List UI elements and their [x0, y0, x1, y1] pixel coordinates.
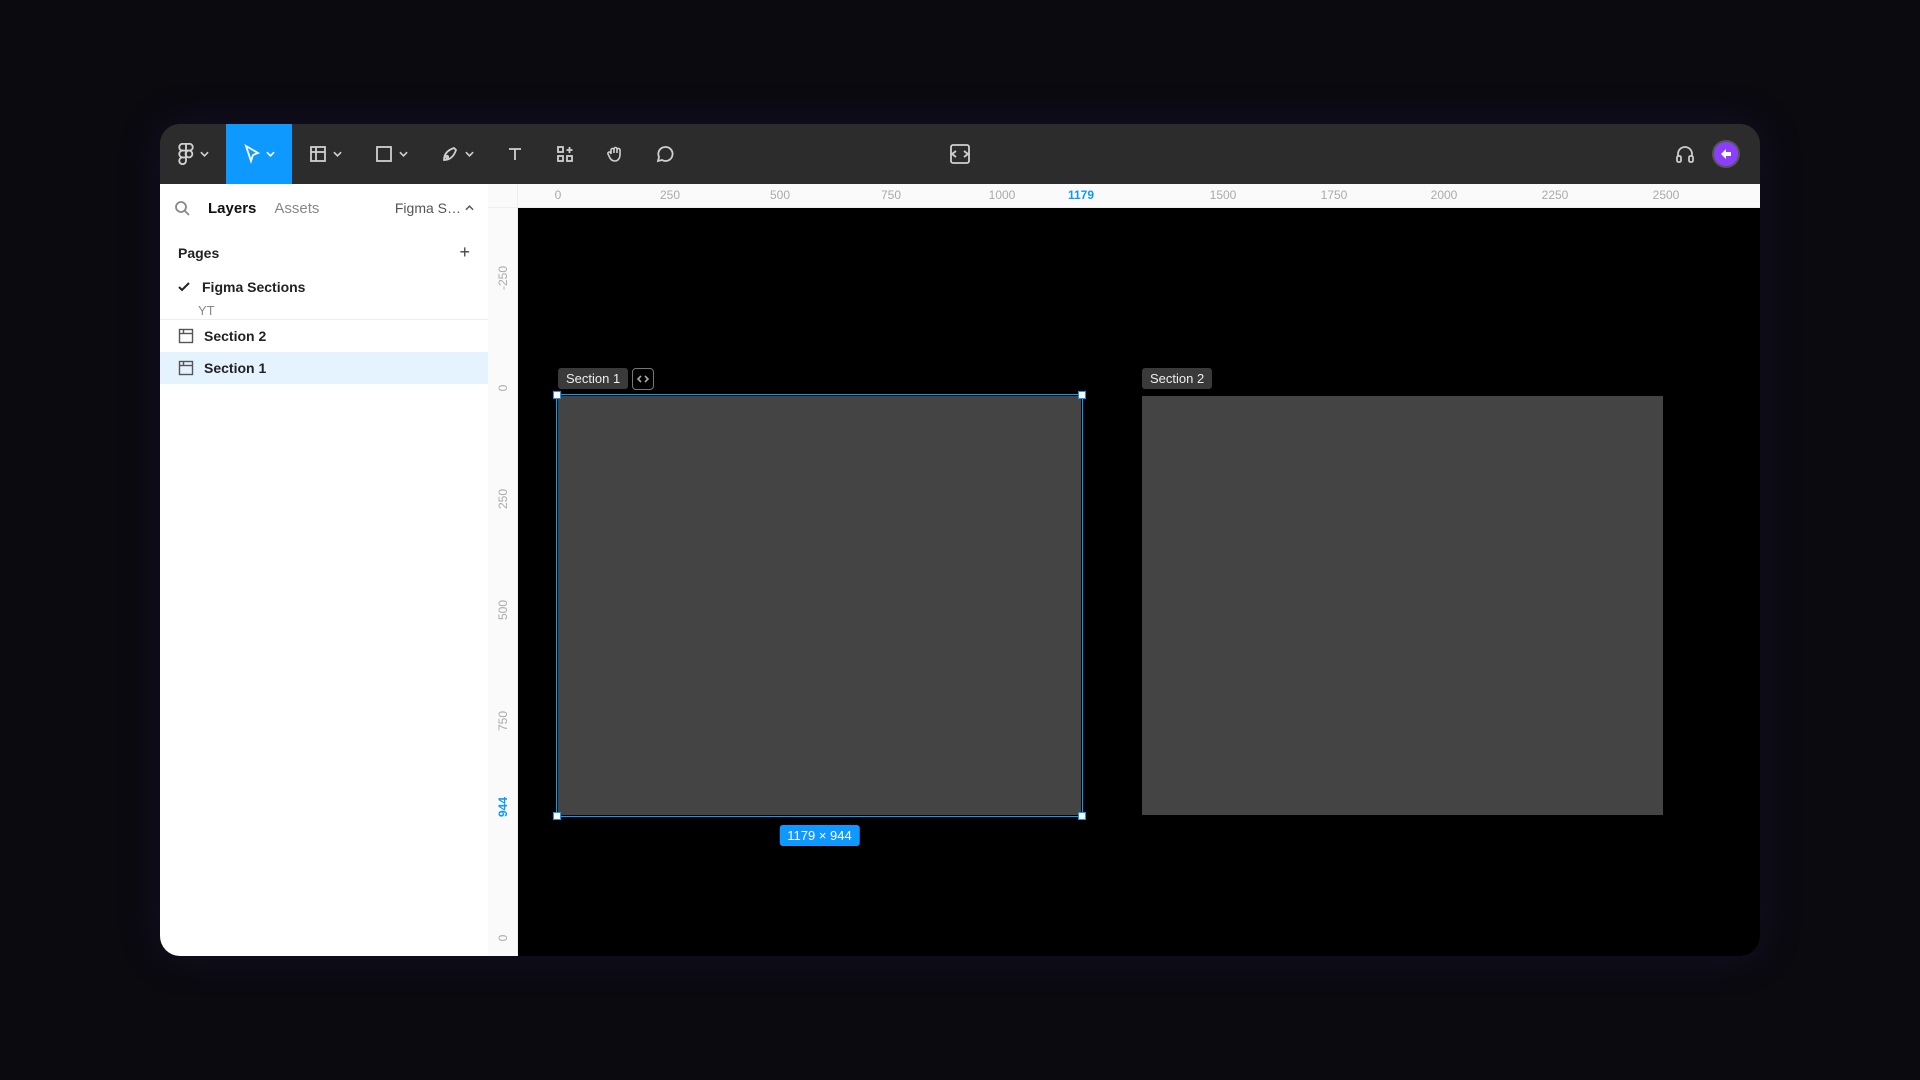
- left-panel: Layers Assets Figma S… Pages + Figma Sec…: [160, 184, 488, 956]
- pen-tool[interactable]: [424, 124, 490, 184]
- ruler-tick: 2250: [1542, 188, 1569, 202]
- tab-assets[interactable]: Assets: [274, 200, 319, 217]
- chevron-down-icon: [399, 151, 408, 157]
- section-1-label[interactable]: Section 1: [558, 368, 628, 389]
- canvas[interactable]: Section 2 Section 1 1179 × 944: [518, 208, 1760, 956]
- horizontal-ruler[interactable]: 0 250 500 750 1000 1179 1500 1750 2000 2250 2500: [518, 184, 1760, 208]
- file-name-text: Figma S…: [395, 200, 461, 216]
- app-window: Layers Assets Figma S… Pages + Figma Sec…: [160, 124, 1760, 956]
- layer-name: Section 2: [204, 328, 266, 344]
- move-tool[interactable]: [226, 124, 292, 184]
- check-icon: [178, 282, 192, 292]
- page-row-truncated[interactable]: YT: [160, 301, 488, 315]
- ruler-tick: 0: [496, 385, 510, 392]
- frame-icon: [308, 144, 328, 164]
- layer-row-section-1[interactable]: Section 1: [160, 352, 488, 384]
- pages-header: Pages +: [160, 232, 488, 273]
- pages-title: Pages: [178, 245, 219, 261]
- ruler-tick: 0: [555, 188, 562, 202]
- user-avatar[interactable]: [1712, 140, 1740, 168]
- section-2-frame[interactable]: Section 2: [1142, 396, 1663, 815]
- ruler-tick: 0: [496, 935, 510, 942]
- toolbar: [160, 124, 1760, 184]
- resources-icon: [555, 144, 575, 164]
- page-row[interactable]: Figma Sections: [160, 273, 488, 301]
- section-icon: [178, 360, 194, 376]
- resources-tool[interactable]: [540, 124, 590, 184]
- ruler-tick: 944: [496, 797, 510, 817]
- shape-tool[interactable]: [358, 124, 424, 184]
- search-icon[interactable]: [174, 200, 190, 216]
- file-name-dropdown[interactable]: Figma S…: [395, 200, 474, 216]
- headphones-icon[interactable]: [1674, 143, 1696, 165]
- dev-mode-icon: [948, 143, 972, 165]
- add-page-button[interactable]: +: [459, 242, 470, 263]
- layer-name: Section 1: [204, 360, 266, 376]
- ruler-tick: 250: [660, 188, 680, 202]
- layer-row-section-2[interactable]: Section 2: [160, 320, 488, 352]
- chevron-down-icon: [465, 151, 474, 157]
- pen-icon: [440, 144, 460, 164]
- text-icon: [505, 144, 525, 164]
- ruler-tick: -250: [496, 266, 510, 290]
- comment-tool[interactable]: [640, 124, 690, 184]
- ruler-tick: 750: [496, 711, 510, 731]
- ruler-tick: 2000: [1431, 188, 1458, 202]
- text-tool[interactable]: [490, 124, 540, 184]
- tab-layers[interactable]: Layers: [208, 200, 256, 217]
- ruler-tick: 500: [770, 188, 790, 202]
- ruler-tick: 1000: [989, 188, 1016, 202]
- page-name: Figma Sections: [202, 279, 305, 295]
- hand-tool[interactable]: [590, 124, 640, 184]
- main-menu-button[interactable]: [160, 124, 226, 184]
- section-icon: [178, 328, 194, 344]
- rectangle-icon: [374, 144, 394, 164]
- dev-mode-toggle[interactable]: [948, 143, 972, 165]
- chevron-down-icon: [266, 151, 275, 157]
- section-dev-status-icon[interactable]: [632, 368, 654, 390]
- comment-icon: [655, 144, 675, 164]
- chevron-down-icon: [333, 151, 342, 157]
- ruler-tick: 2500: [1653, 188, 1680, 202]
- ruler-tick: 500: [496, 600, 510, 620]
- ruler-tick: 250: [496, 489, 510, 509]
- section-2-label[interactable]: Section 2: [1142, 368, 1212, 389]
- hand-icon: [605, 144, 625, 164]
- section-1-frame[interactable]: Section 1: [558, 396, 1081, 815]
- figma-logo-icon: [177, 143, 195, 165]
- chevron-down-icon: [200, 151, 209, 157]
- ruler-tick: 1750: [1321, 188, 1348, 202]
- ruler-tick: 1500: [1210, 188, 1237, 202]
- vertical-ruler[interactable]: -250 0 250 500 750 944 0: [488, 208, 518, 956]
- frame-tool[interactable]: [292, 124, 358, 184]
- selection-dimensions: 1179 × 944: [779, 825, 859, 846]
- ruler-corner: [488, 184, 518, 208]
- panel-tabs: Layers Assets Figma S…: [160, 184, 488, 232]
- ruler-tick: 1179: [1068, 188, 1094, 202]
- chevron-up-icon: [465, 205, 474, 211]
- cursor-icon: [243, 144, 261, 164]
- ruler-tick: 750: [881, 188, 901, 202]
